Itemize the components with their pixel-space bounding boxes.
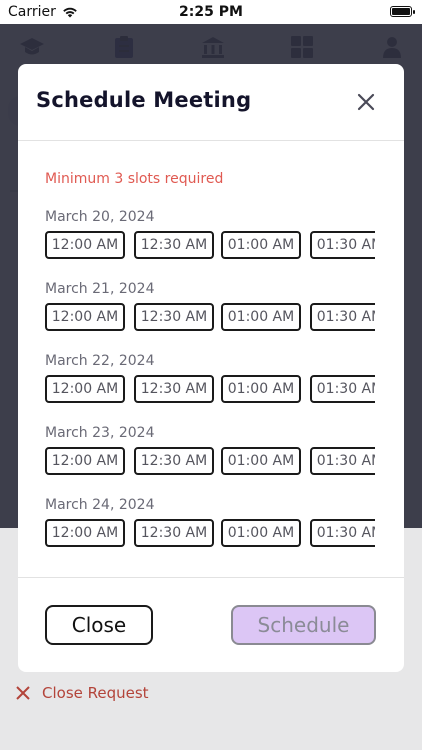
schedule-meeting-modal: Schedule Meeting Minimum 3 slots require…: [18, 64, 404, 672]
time-slot-button[interactable]: 12:30 AM: [134, 303, 214, 331]
time-slot-button[interactable]: 01:00 AM: [221, 303, 301, 331]
schedule-button[interactable]: Schedule: [231, 605, 376, 645]
time-slot-button[interactable]: 12:30 AM: [134, 231, 214, 259]
modal-header: Schedule Meeting: [18, 64, 404, 141]
slot-requirement-warning: Minimum 3 slots required: [45, 171, 224, 187]
time-slot-button[interactable]: 01:00 AM: [221, 519, 301, 547]
time-slot-row[interactable]: 12:00 AM 12:30 AM01:00 AM 01:30 AM: [45, 447, 375, 475]
day-date-label: March 20, 2024: [45, 209, 155, 225]
time-slot-row[interactable]: 12:00 AM 12:30 AM01:00 AM 01:30 AM: [45, 303, 375, 331]
time-slot-button[interactable]: 12:00 AM: [45, 231, 125, 259]
day-group: March 23, 2024 12:00 AM 12:30 AM 01:00 AM 01…: [45, 425, 375, 489]
day-group: March 20, 2024 12:00 AM 12:30 AM 01:00 AM 01…: [45, 209, 375, 273]
time-slot-button[interactable]: 12:00 AM: [45, 303, 125, 331]
time-slot-button[interactable]: 12:00 AM: [45, 519, 125, 547]
time-slot-row[interactable]: 12:00 AM 12:30 AM01:00 AM 01:30 AM: [45, 231, 375, 259]
time-slot-button[interactable]: 01:30 AM: [310, 519, 375, 547]
time-slot-button[interactable]: 12:00 AM: [45, 447, 125, 475]
time-slot-button[interactable]: 01:30 AM: [310, 303, 375, 331]
time-slot-button[interactable]: 01:30 AM: [310, 231, 375, 259]
day-date-label: March 21, 2024: [45, 281, 155, 297]
day-group: March 21, 2024 12:00 AM 12:30 AM 01:00 AM 01…: [45, 281, 375, 345]
time-slot-button[interactable]: 12:00 AM: [45, 375, 125, 403]
time-slot-button[interactable]: 12:30 AM: [134, 519, 214, 547]
modal-footer: Close Schedule: [18, 577, 404, 672]
day-date-label: March 22, 2024: [45, 353, 155, 369]
close-icon[interactable]: [356, 92, 376, 112]
time-slot-button[interactable]: 12:30 AM: [134, 375, 214, 403]
time-slot-button[interactable]: 01:00 AM: [221, 447, 301, 475]
day-group: March 24, 2024 12:00 AM 12:30 AM 01:00 AM 01…: [45, 497, 375, 561]
time-slot-row[interactable]: 12:00 AM 12:30 AM01:00 AM 01:30 AM: [45, 375, 375, 403]
modal-body: Minimum 3 slots required March 20, 2024 1…: [18, 141, 404, 577]
status-bar: Carrier 2:25 PM: [0, 0, 422, 24]
day-date-label: March 24, 2024: [45, 497, 155, 513]
time-slot-button[interactable]: 01:30 AM: [310, 375, 375, 403]
close-button[interactable]: Close: [45, 605, 153, 645]
modal-title: Schedule Meeting: [36, 88, 252, 112]
time-slot-button[interactable]: 12:30 AM: [134, 447, 214, 475]
day-date-label: March 23, 2024: [45, 425, 155, 441]
time-slot-button[interactable]: 01:30 AM: [310, 447, 375, 475]
day-group: March 22, 2024 12:00 AM 12:30 AM 01:00 AM 01…: [45, 353, 375, 417]
battery-icon: [390, 6, 415, 17]
status-time: 2:25 PM: [179, 4, 243, 20]
time-slot-button[interactable]: 01:00 AM: [221, 375, 301, 403]
time-slot-row[interactable]: 12:00 AM 12:30 AM01:00 AM 01:30 AM: [45, 519, 375, 547]
time-slot-button[interactable]: 01:00 AM: [221, 231, 301, 259]
